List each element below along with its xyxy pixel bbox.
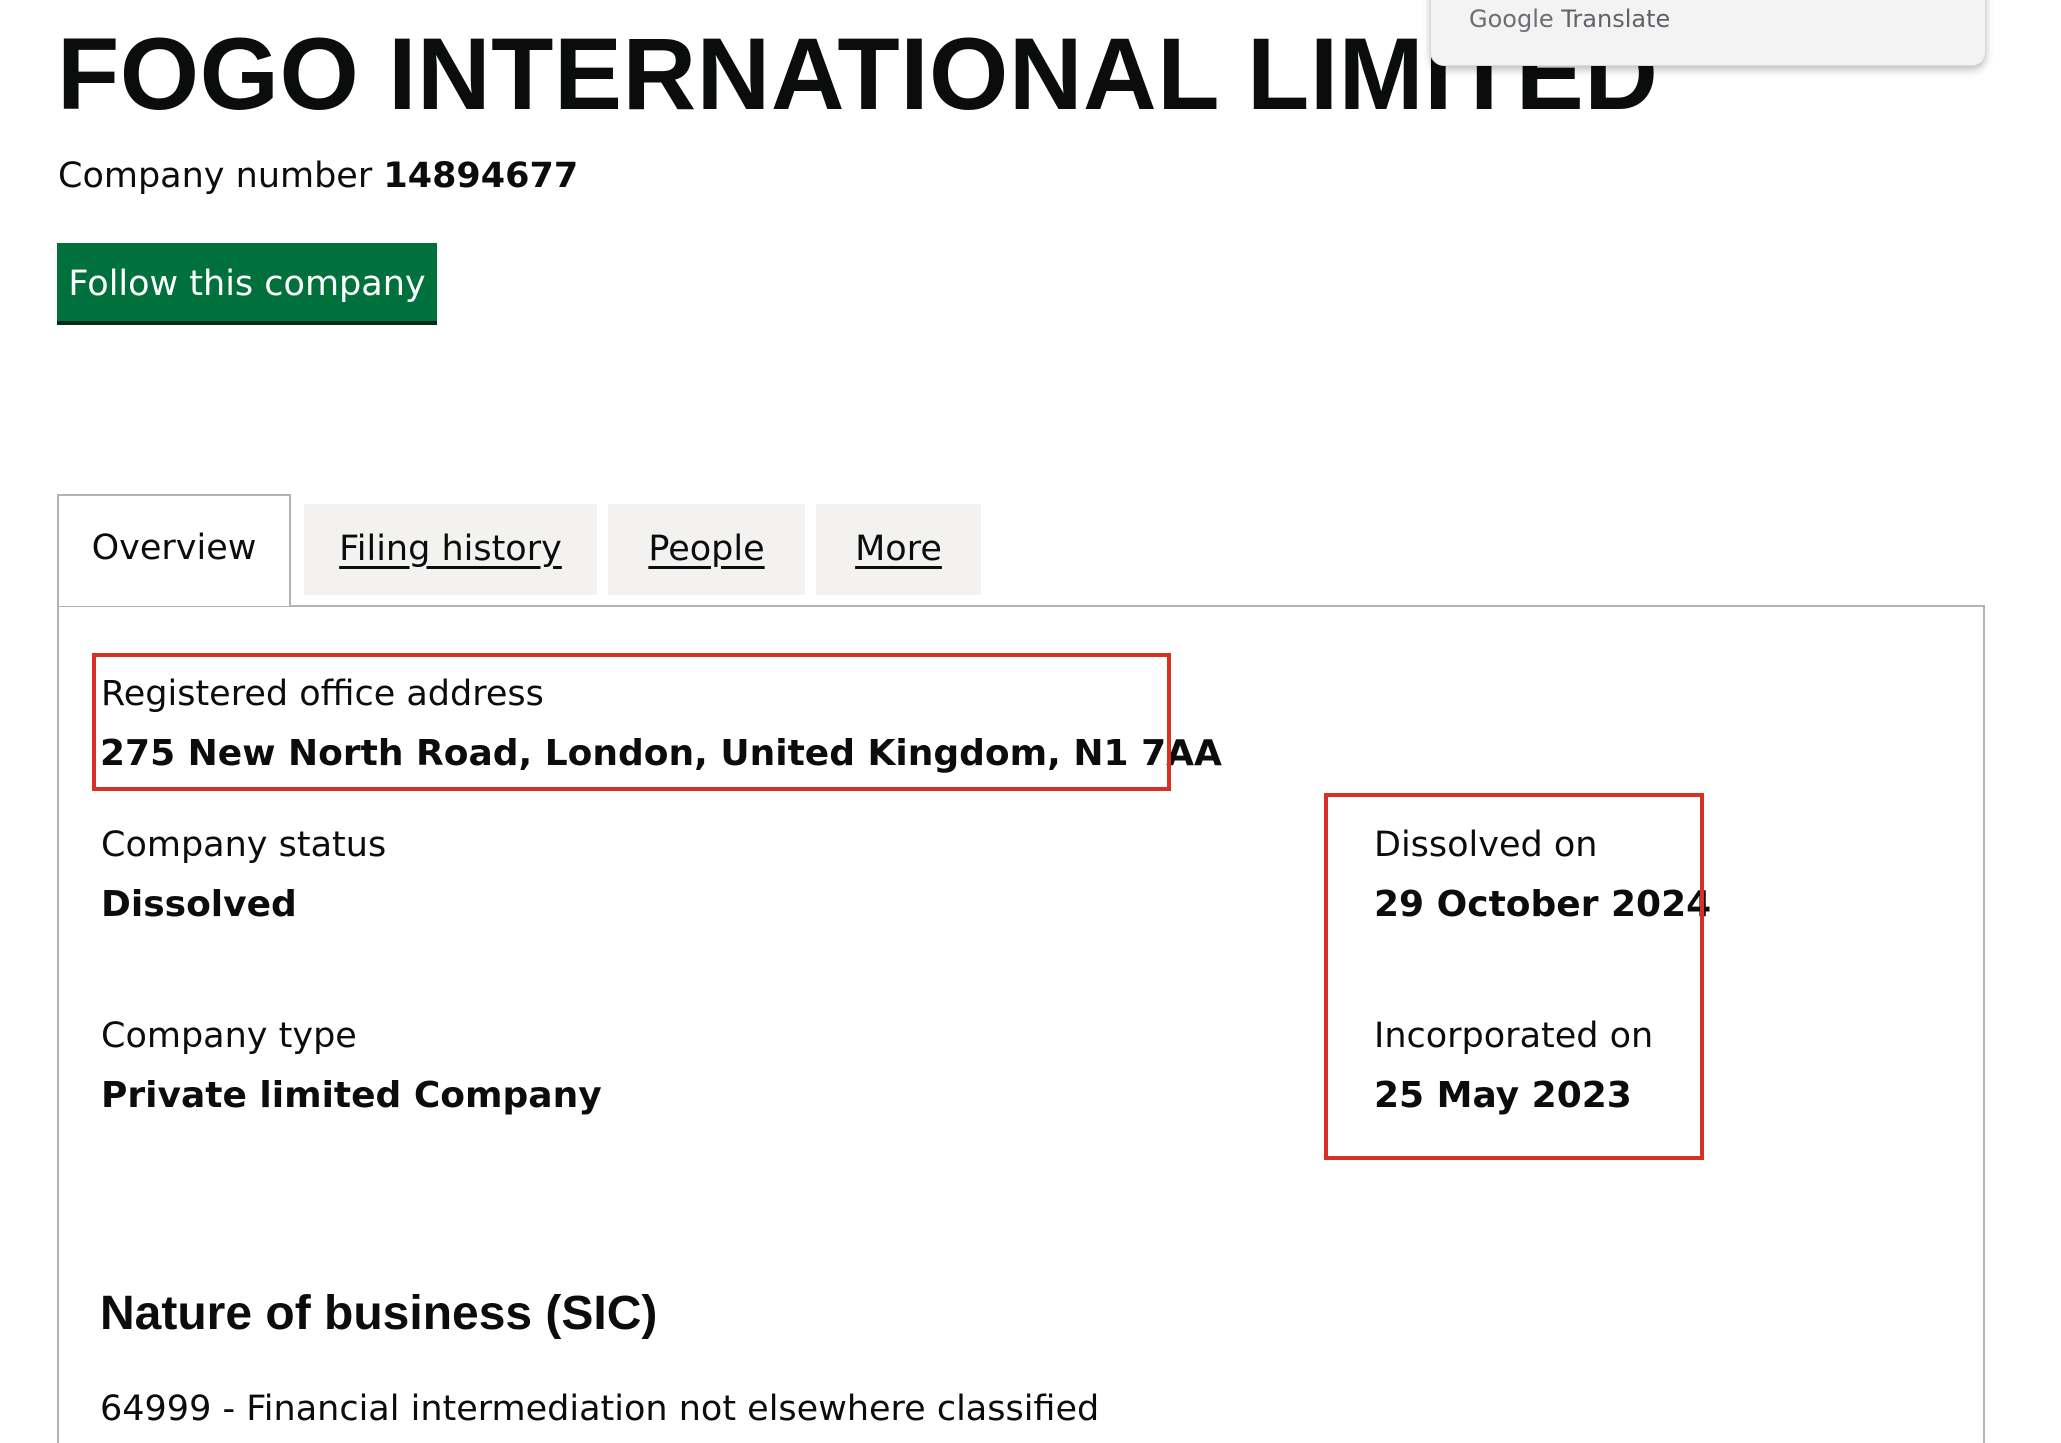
company-number-value: 14894677 [383,156,579,196]
nature-of-business-heading: Nature of business (SIC) [100,1287,658,1340]
google-translate-label: Google Translate [1469,5,1671,33]
company-overview-page: FOGO INTERNATIONAL LIMITED Google Transl… [0,0,2061,1443]
google-translate-widget[interactable]: Google Translate [1430,0,1986,66]
tab-filing-history[interactable]: Filing history [304,504,597,595]
address-highlight-box [92,653,1171,791]
tab-people[interactable]: People [608,504,805,595]
tab-more[interactable]: More [816,504,981,595]
follow-company-button[interactable]: Follow this company [57,243,437,325]
company-number: Company number 14894677 [58,156,578,196]
sic-code-item: 64999 - Financial intermediation not els… [100,1389,1100,1429]
tab-overview[interactable]: Overview [57,494,291,606]
company-name-heading: FOGO INTERNATIONAL LIMITED [57,17,1659,131]
company-number-label: Company number [58,156,373,196]
dates-highlight-box [1324,793,1704,1160]
company-type-label: Company type [101,1016,357,1056]
company-type-value: Private limited Company [101,1075,602,1116]
company-status-value: Dissolved [101,884,297,925]
company-status-label: Company status [101,825,387,865]
